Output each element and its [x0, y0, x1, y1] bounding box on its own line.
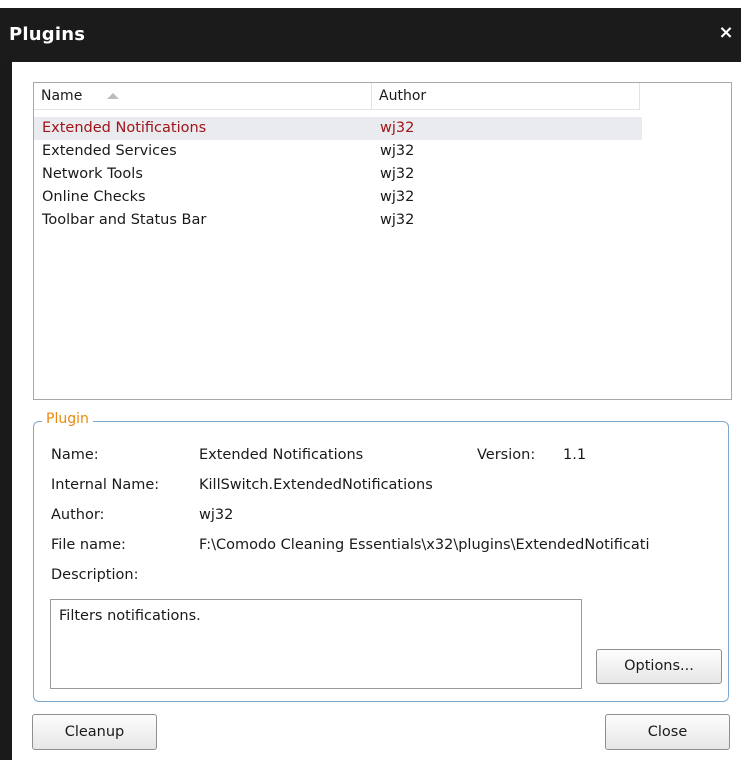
plugins-list[interactable]: Name Author Extended Notifications wj32 … — [33, 82, 732, 400]
options-button[interactable]: Options... — [596, 649, 722, 684]
plugin-author-cell: wj32 — [380, 189, 415, 205]
internal-name-label: Internal Name: — [51, 477, 160, 493]
author-label: Author: — [51, 507, 105, 523]
column-header-author[interactable]: Author — [372, 83, 640, 109]
name-value: Extended Notifications — [199, 447, 364, 463]
list-item[interactable]: Extended Notifications wj32 — [34, 117, 642, 140]
plugin-name-cell: Extended Services — [42, 143, 177, 159]
author-value: wj32 — [199, 507, 234, 523]
list-header: Name Author — [34, 83, 640, 110]
column-header-name[interactable]: Name — [34, 83, 372, 109]
close-icon[interactable]: × — [716, 22, 736, 44]
title-bar: Plugins × — [0, 8, 741, 62]
plugins-window: Plugins × Name Author Extended Notificat… — [0, 8, 741, 760]
name-label: Name: — [51, 447, 99, 463]
sort-ascending-icon — [107, 93, 119, 99]
plugin-author-cell: wj32 — [380, 166, 415, 182]
list-item[interactable]: Online Checks wj32 — [34, 186, 642, 209]
plugin-author-cell: wj32 — [380, 212, 415, 228]
plugin-name-cell: Toolbar and Status Bar — [42, 212, 207, 228]
dialog-body: Name Author Extended Notifications wj32 … — [12, 62, 741, 760]
file-name-value: F:\Comodo Cleaning Essentials\x32\plugin… — [199, 537, 650, 553]
column-header-name-label: Name — [41, 88, 83, 104]
cleanup-button[interactable]: Cleanup — [32, 714, 157, 750]
description-text: Filters notifications. — [59, 608, 201, 624]
plugin-name-cell: Online Checks — [42, 189, 146, 205]
list-item[interactable]: Extended Services wj32 — [34, 140, 642, 163]
close-button[interactable]: Close — [605, 714, 730, 750]
group-legend: Plugin — [42, 411, 93, 427]
plugin-details-group: Plugin Name: Extended Notifications Vers… — [33, 411, 729, 702]
description-label: Description: — [51, 567, 139, 583]
plugin-name-cell: Extended Notifications — [42, 120, 207, 136]
list-item[interactable]: Network Tools wj32 — [34, 163, 642, 186]
window-title: Plugins — [9, 24, 86, 45]
file-name-label: File name: — [51, 537, 126, 553]
version-value: 1.1 — [563, 447, 587, 463]
internal-name-value: KillSwitch.ExtendedNotifications — [199, 477, 433, 493]
plugin-author-cell: wj32 — [380, 143, 415, 159]
plugin-name-cell: Network Tools — [42, 166, 143, 182]
version-label: Version: — [477, 447, 536, 463]
column-header-author-label: Author — [379, 88, 427, 104]
description-box[interactable]: Filters notifications. — [50, 599, 582, 689]
list-item[interactable]: Toolbar and Status Bar wj32 — [34, 209, 642, 232]
plugin-author-cell: wj32 — [380, 120, 415, 136]
